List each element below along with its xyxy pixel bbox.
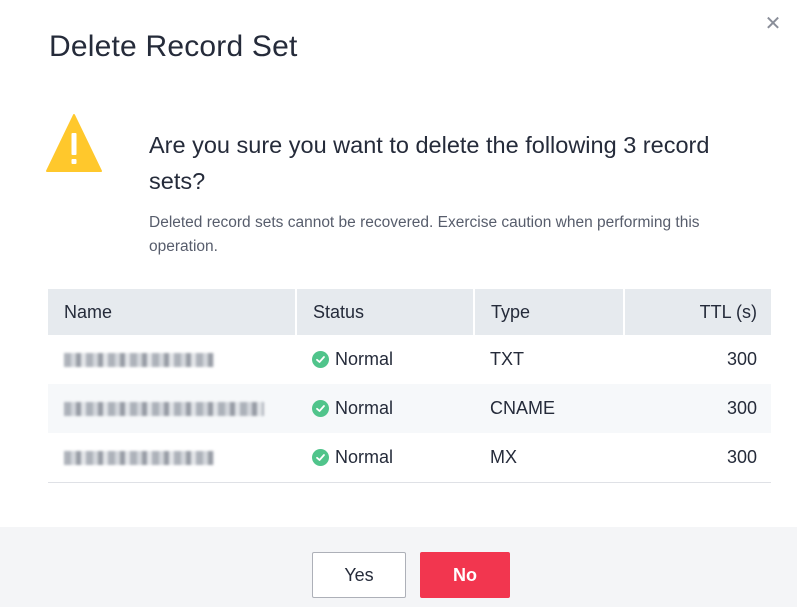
record-name-cell (48, 384, 296, 433)
record-ttl-cell: 300 (726, 349, 757, 369)
table-row: Normal CNAME 300 (48, 384, 771, 433)
record-ttl-cell: 300 (726, 447, 757, 467)
record-status-label: Normal (335, 398, 394, 418)
record-status-cell: Normal (296, 433, 474, 482)
record-type-cell: TXT (490, 349, 524, 369)
record-status-cell: Normal (296, 335, 474, 384)
record-status-label: Normal (335, 447, 394, 467)
record-status-label: Normal (335, 349, 394, 369)
table-header-row: Name Status Type TTL (s) (48, 289, 771, 335)
table-row: Normal TXT 300 (48, 335, 771, 384)
dialog-title: Delete Record Set (49, 30, 298, 63)
redacted-record-name (64, 353, 214, 368)
dialog-footer: Yes No (0, 527, 797, 607)
record-name-cell (48, 433, 296, 482)
record-ttl-cell: 300 (624, 384, 771, 433)
column-header-ttl: TTL (s) (624, 289, 771, 335)
warning-subtext: Deleted record sets cannot be recovered.… (149, 214, 700, 255)
warning-triangle-icon (46, 114, 102, 172)
column-header-name: Name (48, 289, 297, 335)
redacted-record-name (64, 402, 264, 417)
delete-record-set-dialog: ✕ Delete Record Set Are you sure you wan… (0, 0, 797, 607)
no-button[interactable]: No (420, 552, 510, 598)
record-name-cell (48, 335, 296, 384)
record-status-cell: Normal (296, 384, 474, 433)
table-row: Normal MX 300 (48, 433, 771, 482)
yes-button[interactable]: Yes (312, 552, 406, 598)
redacted-record-name (64, 451, 214, 466)
column-header-status: Status (296, 289, 475, 335)
close-icon[interactable]: ✕ (763, 12, 783, 34)
column-header-type: Type (474, 289, 625, 335)
record-type-cell: MX (490, 447, 517, 467)
check-circle-icon (312, 449, 329, 466)
record-type-cell: CNAME (474, 384, 624, 433)
check-circle-icon (312, 400, 329, 417)
confirmation-question: Are you sure you want to delete the foll… (149, 132, 710, 194)
record-set-table: Name Status Type TTL (s) Normal TXT 300 … (48, 289, 771, 483)
check-circle-icon (312, 351, 329, 368)
